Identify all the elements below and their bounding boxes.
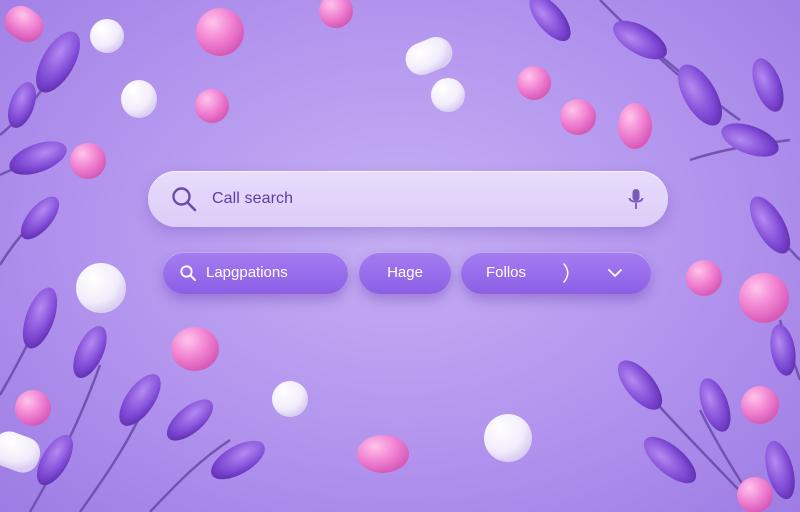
- microphone-icon[interactable]: [626, 187, 646, 213]
- filter-chip-label: Follos: [486, 264, 527, 281]
- filter-chip-hage[interactable]: Hage: [359, 252, 451, 294]
- filter-chip-label: Hage: [387, 264, 423, 281]
- filter-dropdown-follos[interactable]: Follos: [461, 252, 651, 294]
- divider: [563, 263, 569, 283]
- filter-chip-label: Lapgpations: [206, 264, 288, 281]
- search-icon[interactable]: [170, 185, 198, 213]
- filter-chip-lapgpations[interactable]: Lapgpations: [163, 252, 348, 294]
- chevron-down-icon[interactable]: [607, 267, 623, 279]
- search-input[interactable]: Call search: [212, 189, 293, 209]
- search-bar[interactable]: Call search: [148, 171, 668, 227]
- search-icon: [180, 265, 196, 281]
